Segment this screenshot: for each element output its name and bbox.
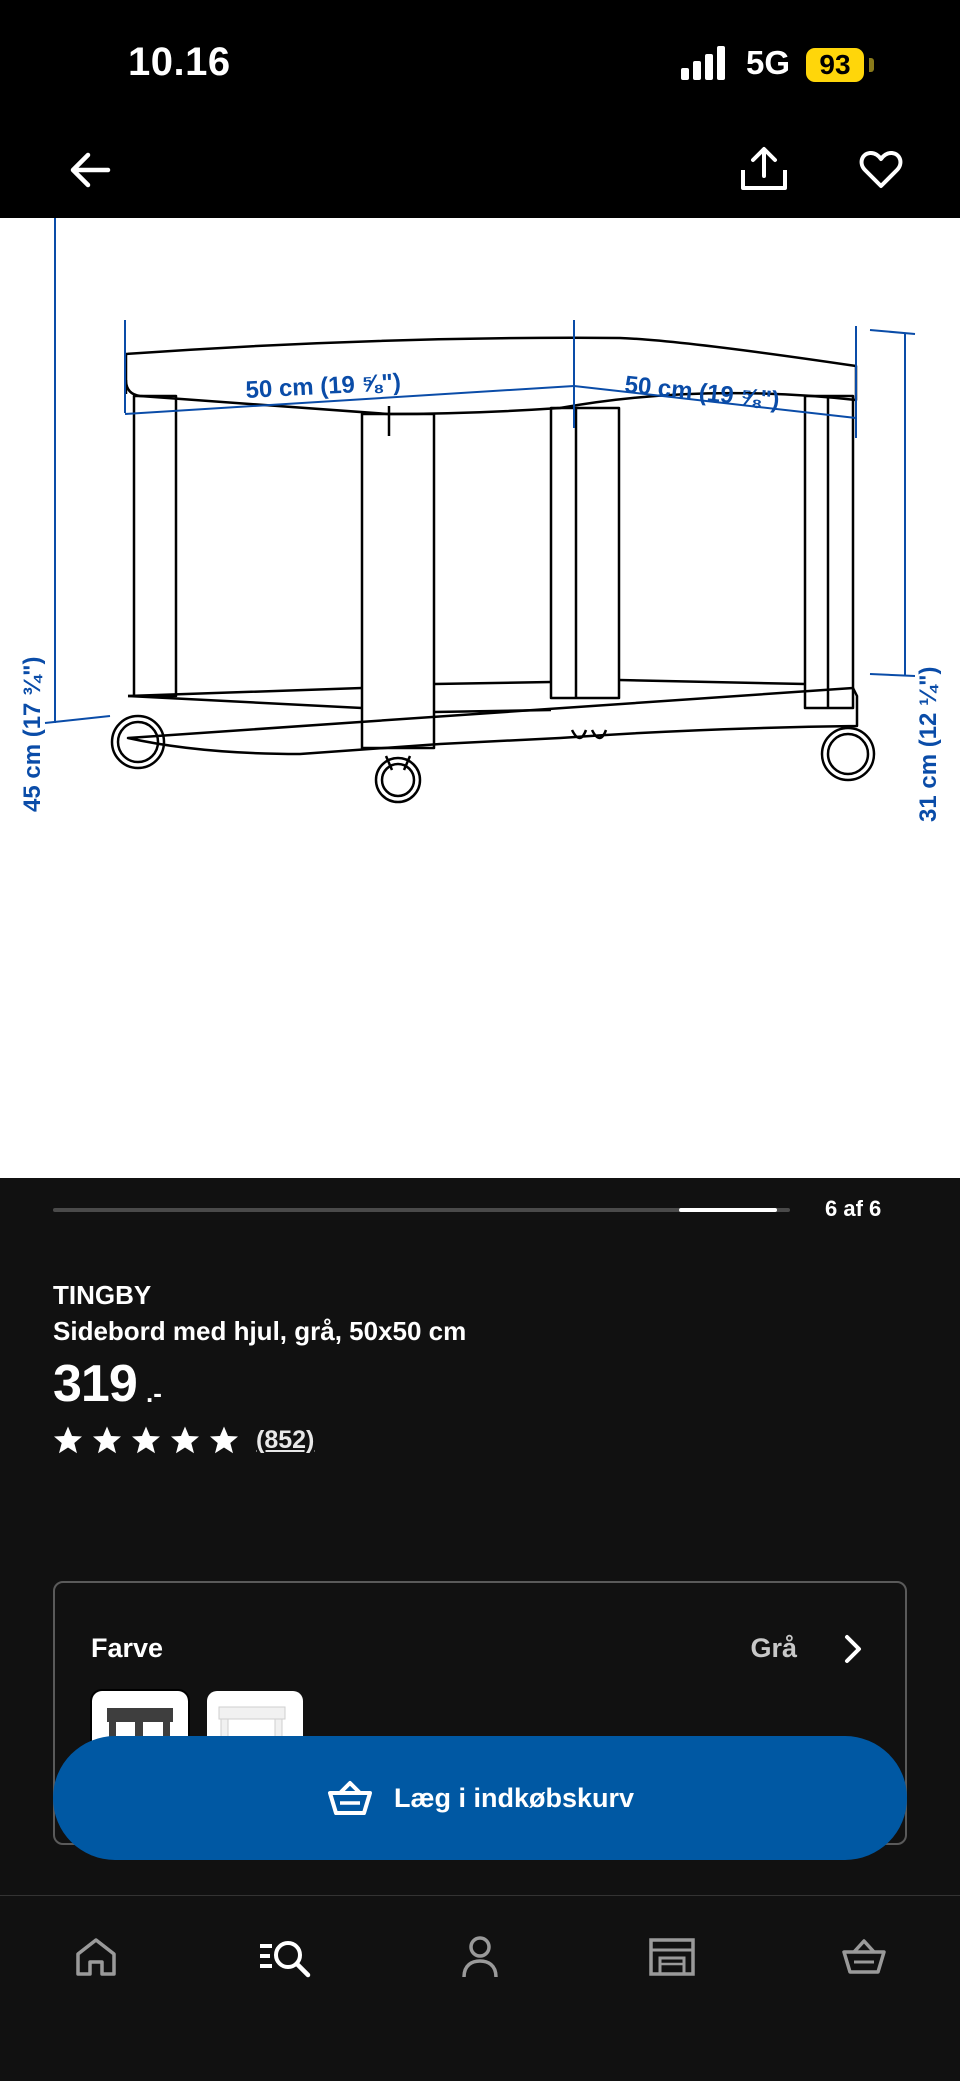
dimension-left-height: 45 cm (17 ¾") — [19, 657, 46, 812]
color-selected-value: Grå — [750, 1633, 797, 1663]
price-suffix: .- — [146, 1378, 162, 1408]
wheel-front — [374, 755, 422, 804]
favorite-button[interactable] — [850, 138, 912, 200]
star-icon — [93, 1426, 121, 1454]
wheel-right — [820, 726, 876, 782]
gallery-progress-fill — [679, 1208, 777, 1212]
dimension-drawing: 50 cm (19 ⅝") 50 cm (19 ⅝") 45 cm (17 ¾"… — [19, 218, 942, 822]
tab-stores[interactable] — [637, 1922, 707, 1992]
top-nav — [0, 130, 960, 218]
star-icon — [54, 1426, 82, 1454]
network-type: 5G — [746, 44, 791, 81]
color-label: Farve — [91, 1633, 164, 1663]
gallery-progress — [53, 1208, 790, 1212]
heart-icon — [859, 150, 903, 188]
review-count[interactable]: (852) — [256, 1426, 314, 1455]
wheel-left — [110, 714, 166, 770]
tab-search[interactable] — [251, 1922, 321, 1992]
status-time: 10.16 — [128, 40, 231, 84]
rating-stars — [53, 1425, 248, 1455]
product-description: Sidebord med hjul, grå, 50x50 cm — [53, 1316, 467, 1346]
product-image[interactable]: 50 cm (19 ⅝") 50 cm (19 ⅝") 45 cm (17 ¾"… — [0, 218, 960, 1178]
tab-home[interactable] — [61, 1922, 131, 1992]
add-to-cart-label: Læg i indkøbskurv — [393, 1782, 635, 1813]
basket-icon — [327, 1781, 372, 1815]
tab-cart[interactable] — [829, 1922, 899, 1992]
status-bar: 10.16 5G 93 — [0, 0, 960, 130]
leg-back-mid — [549, 406, 621, 700]
tab-bar — [0, 1896, 960, 2081]
search-icon — [260, 1941, 311, 1978]
star-icon — [132, 1426, 160, 1454]
product-name: TINGBY — [53, 1280, 152, 1310]
add-to-cart-button[interactable]: Læg i indkøbskurv — [53, 1736, 907, 1860]
leg-front-mid — [360, 412, 436, 750]
star-icon — [210, 1426, 238, 1454]
back-button[interactable] — [60, 140, 120, 200]
arrow-left-icon — [70, 152, 111, 188]
home-icon — [76, 1938, 116, 1976]
profile-icon — [462, 1936, 498, 1978]
gallery-counter: 6 af 6 — [825, 1196, 882, 1221]
star-icon — [171, 1426, 199, 1454]
dimension-top-right: 50 cm (19 ⅝") — [623, 371, 780, 414]
color-expand-button[interactable] — [831, 1627, 875, 1671]
lower-shelf — [126, 678, 859, 756]
share-icon — [741, 147, 787, 190]
cart-icon — [842, 1939, 886, 1974]
tab-profile[interactable] — [445, 1922, 515, 1992]
share-button[interactable] — [733, 138, 795, 200]
battery-icon — [869, 58, 874, 72]
product-price: 319 — [53, 1355, 138, 1413]
chevron-right-icon — [845, 1635, 861, 1663]
signal-icon — [681, 46, 725, 80]
store-icon — [649, 1938, 695, 1976]
leg-front-left — [132, 394, 178, 698]
rating[interactable]: (852) — [53, 1424, 314, 1456]
dimension-right-height: 31 cm (12 ¼") — [915, 667, 942, 822]
battery-level: 93 — [806, 48, 864, 82]
